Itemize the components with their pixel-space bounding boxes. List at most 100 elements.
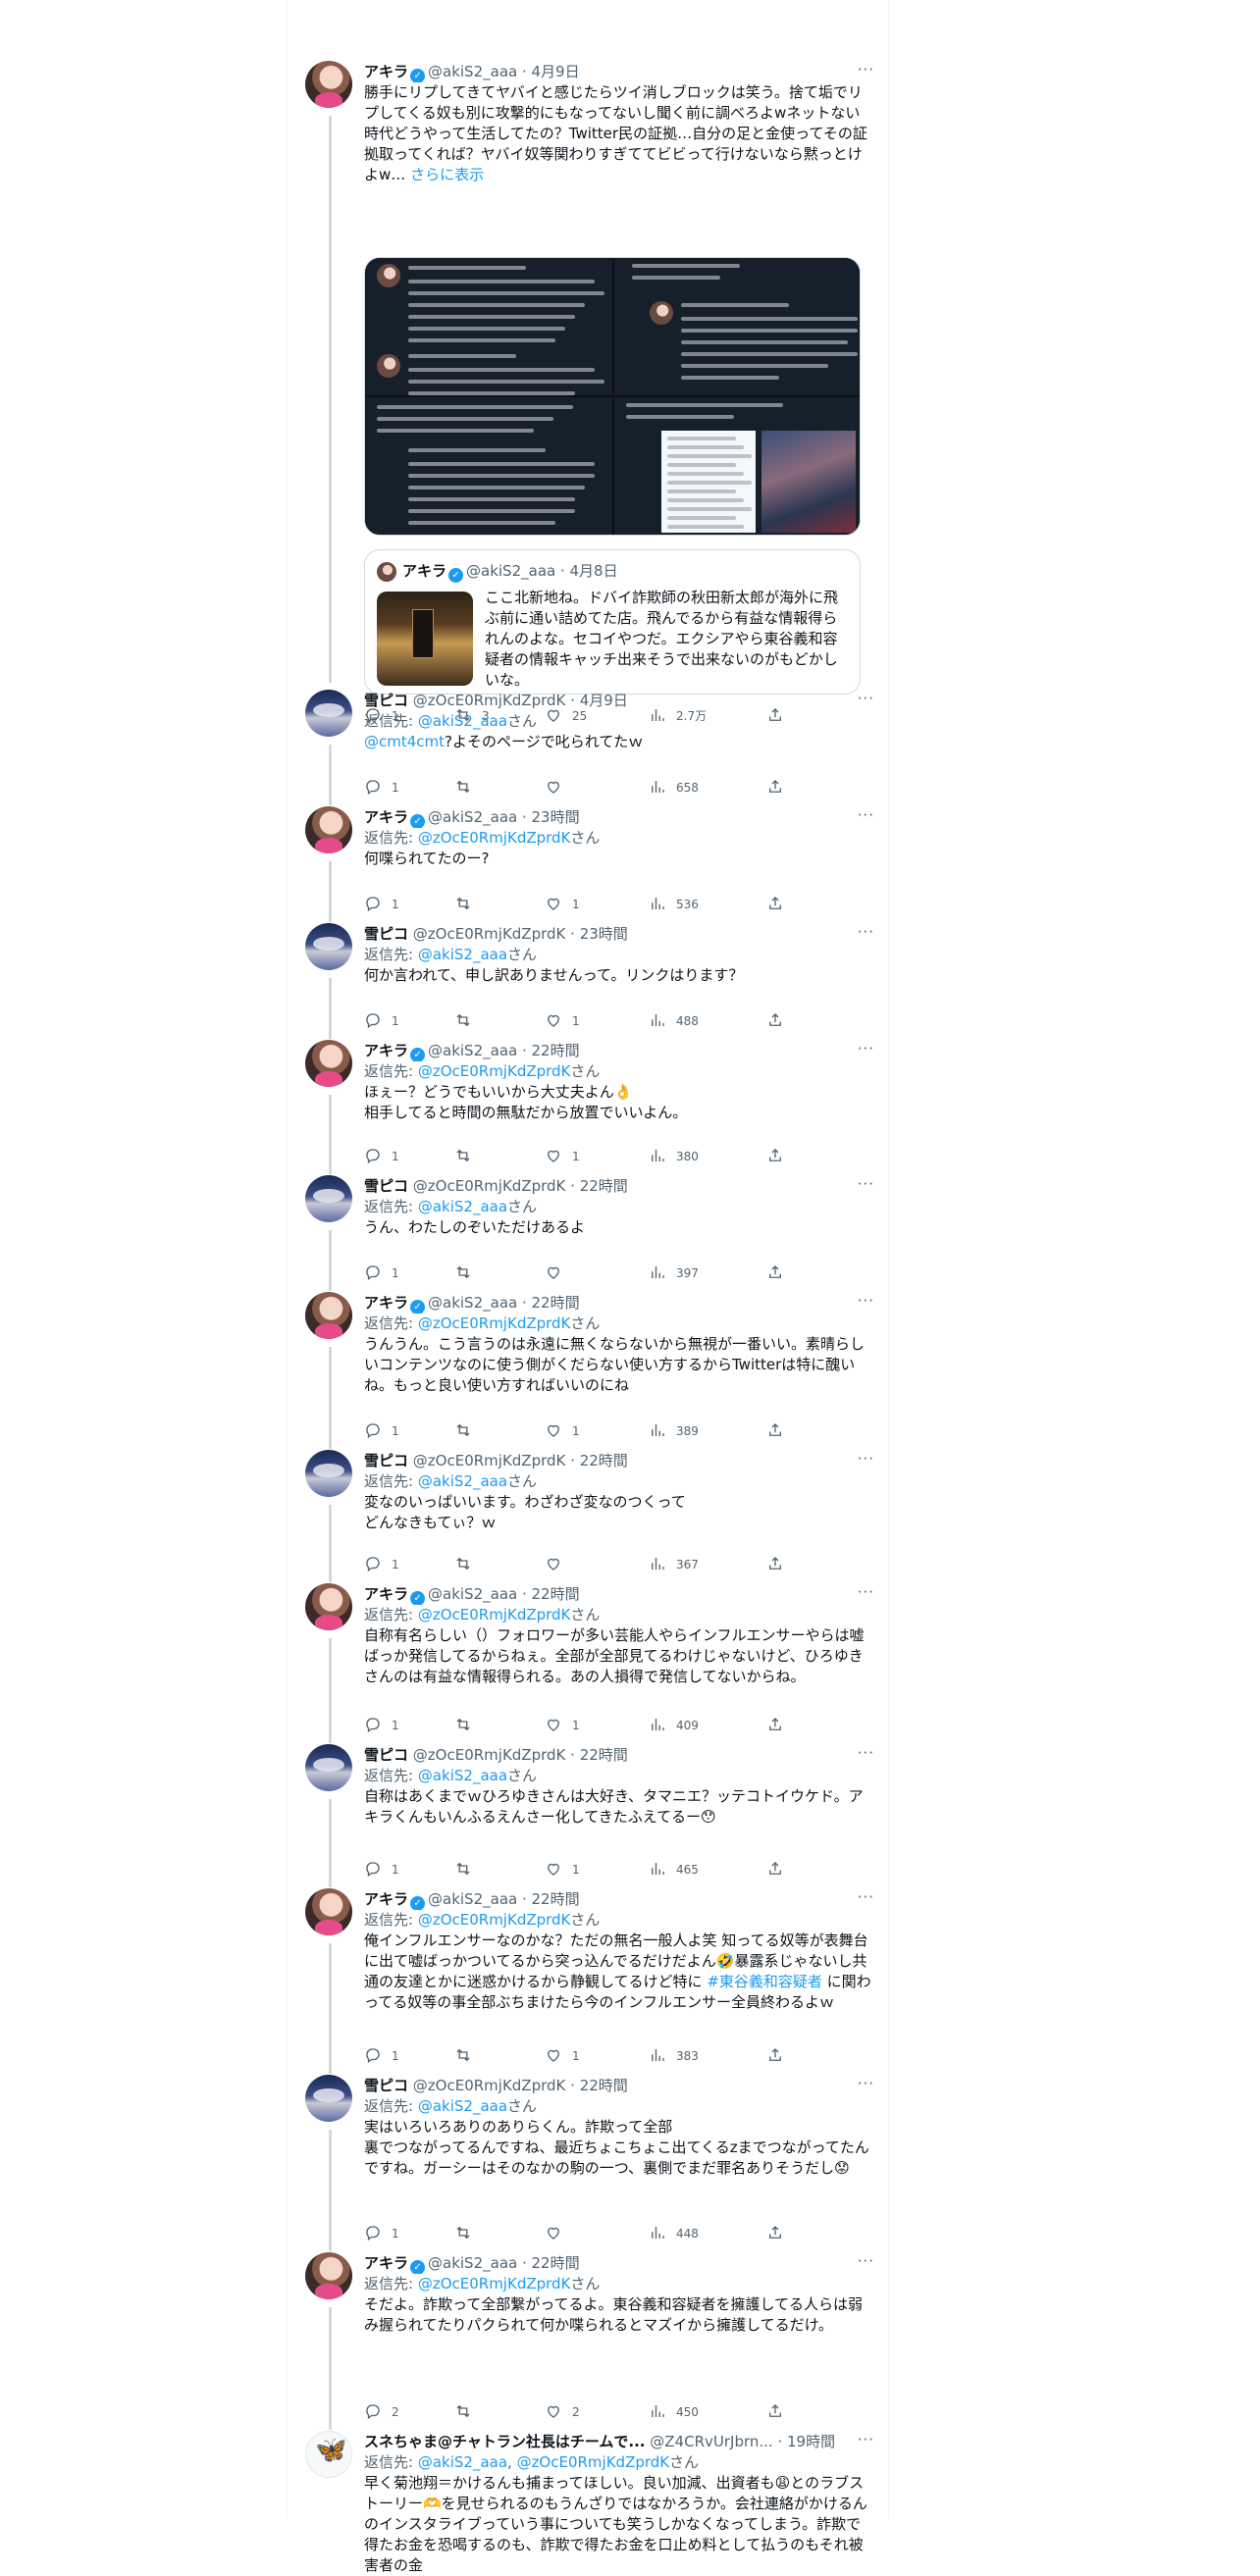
tweet-time[interactable]: 22時間 [580, 1177, 628, 1195]
avatar[interactable] [305, 1175, 352, 1222]
views-button[interactable]: 536 [649, 895, 699, 914]
tweet-time[interactable]: 23時間 [532, 808, 580, 826]
like-button[interactable]: 1 [545, 1716, 580, 1735]
reply-to-handle[interactable]: @akiS2_aaa [418, 2097, 507, 2115]
more-options-button[interactable]: ··· [858, 2075, 874, 2092]
retweet-button[interactable] [454, 1555, 482, 1574]
author-name[interactable]: 雪ピコ [364, 2077, 408, 2094]
reply-to-handle[interactable]: @zOcE0RmjKdZprdK [418, 2275, 571, 2293]
more-options-button[interactable]: ··· [858, 1583, 874, 1601]
reply-button[interactable]: 1 [364, 1011, 399, 1031]
reply-button[interactable]: 1 [364, 2224, 399, 2243]
more-options-button[interactable]: ··· [858, 923, 874, 941]
tweet-time[interactable]: 4月9日 [532, 63, 580, 80]
hashtag-link[interactable]: #東谷義和容疑者 [707, 1973, 822, 1990]
author-name[interactable]: アキラ [364, 1042, 408, 1059]
reply-button[interactable]: 1 [364, 1716, 399, 1735]
share-button[interactable] [766, 1011, 784, 1031]
share-button[interactable] [766, 1860, 784, 1880]
share-button[interactable] [766, 2402, 784, 2422]
reply-to-handle[interactable]: @akiS2_aaa [418, 1472, 507, 1490]
like-button[interactable] [545, 1263, 572, 1283]
avatar[interactable] [305, 806, 352, 853]
author-handle[interactable]: @zOcE0RmjKdZprdK [413, 925, 566, 943]
tweet-time[interactable]: 22時間 [580, 1746, 628, 1764]
author-name[interactable]: 雪ピコ [364, 1746, 408, 1764]
like-button[interactable]: 1 [545, 895, 580, 914]
mention-link[interactable]: @cmt4cmt [364, 733, 445, 750]
views-button[interactable]: 367 [649, 1555, 699, 1574]
author-handle[interactable]: @Z4CRvUrJbrn... [650, 2433, 772, 2450]
author-name[interactable]: アキラ [364, 2254, 408, 2272]
author-handle[interactable]: @akiS2_aaa [428, 1585, 517, 1603]
like-button[interactable] [545, 1555, 572, 1574]
author-name[interactable]: アキラ [364, 1585, 408, 1603]
avatar[interactable] [305, 690, 352, 737]
tweet-time[interactable]: 19時間 [787, 2433, 835, 2450]
more-options-button[interactable]: ··· [858, 2252, 874, 2270]
author-name[interactable]: 雪ピコ [364, 1177, 408, 1195]
retweet-button[interactable] [454, 1147, 482, 1166]
views-button[interactable]: 488 [649, 1011, 699, 1031]
author-handle[interactable]: @akiS2_aaa [428, 2254, 517, 2272]
author-name[interactable]: アキラ [364, 63, 408, 80]
more-options-button[interactable]: ··· [858, 61, 874, 78]
avatar[interactable] [305, 2075, 352, 2122]
author-name[interactable]: 雪ピコ [364, 692, 408, 709]
reply-to-handle[interactable]: @zOcE0RmjKdZprdK [418, 1911, 571, 1929]
reply-to-handle[interactable]: @zOcE0RmjKdZprdK [418, 829, 571, 847]
tweet-time[interactable]: 22時間 [580, 2077, 628, 2094]
like-button[interactable]: 1 [545, 1860, 580, 1880]
retweet-button[interactable] [454, 1860, 482, 1880]
author-handle[interactable]: @akiS2_aaa [428, 808, 517, 826]
reply-to-handle[interactable]: @zOcE0RmjKdZprdK [418, 1062, 571, 1080]
more-options-button[interactable]: ··· [858, 2431, 874, 2448]
more-options-button[interactable]: ··· [858, 1175, 874, 1193]
avatar[interactable] [305, 61, 352, 108]
author-handle[interactable]: @zOcE0RmjKdZprdK [413, 1746, 566, 1764]
views-button[interactable]: 448 [649, 2224, 699, 2243]
share-button[interactable] [766, 2046, 784, 2066]
views-button[interactable]: 450 [649, 2402, 699, 2422]
avatar[interactable] [305, 1292, 352, 1339]
like-button[interactable]: 2 [545, 2402, 580, 2422]
author-handle[interactable]: @zOcE0RmjKdZprdK [413, 1452, 566, 1469]
more-options-button[interactable]: ··· [858, 690, 874, 707]
author-handle[interactable]: @akiS2_aaa [428, 1294, 517, 1312]
quoted-tweet[interactable]: アキラ ✓ @akiS2_aaa · 4月8日 ここ北新地ね。ドバイ詐欺師の秋田新太郎… [364, 549, 861, 695]
share-button[interactable] [766, 1147, 784, 1166]
views-button[interactable]: 397 [649, 1263, 699, 1283]
author-name[interactable]: アキラ [364, 1294, 408, 1312]
share-button[interactable] [766, 895, 784, 914]
tweet-time[interactable]: 23時間 [580, 925, 628, 943]
avatar[interactable] [305, 1744, 352, 1791]
avatar[interactable] [305, 1450, 352, 1497]
share-button[interactable] [766, 1716, 784, 1735]
reply-to-handle[interactable]: @akiS2_aaa [418, 2453, 507, 2471]
tweet-time[interactable]: 22時間 [532, 1890, 580, 1908]
reply-to-handle[interactable]: @zOcE0RmjKdZprdK [418, 1606, 571, 1623]
retweet-button[interactable] [454, 2224, 482, 2243]
reply-button[interactable]: 1 [364, 895, 399, 914]
avatar[interactable]: 🦋 [305, 2431, 352, 2478]
views-button[interactable]: 383 [649, 2046, 699, 2066]
tweet-time[interactable]: 22時間 [532, 2254, 580, 2272]
reply-button[interactable]: 1 [364, 2046, 399, 2066]
share-button[interactable] [766, 778, 784, 798]
views-button[interactable]: 380 [649, 1147, 699, 1166]
more-options-button[interactable]: ··· [858, 1450, 874, 1468]
avatar[interactable] [305, 2252, 352, 2299]
author-handle[interactable]: @akiS2_aaa [428, 1890, 517, 1908]
avatar[interactable] [305, 1040, 352, 1087]
tweet-time[interactable]: 22時間 [580, 1452, 628, 1469]
share-button[interactable] [766, 2224, 784, 2243]
reply-button[interactable]: 1 [364, 1147, 399, 1166]
more-options-button[interactable]: ··· [858, 806, 874, 824]
author-name[interactable]: 雪ピコ [364, 1452, 408, 1469]
views-button[interactable]: 658 [649, 778, 699, 798]
tweet-time[interactable]: 22時間 [532, 1294, 580, 1312]
tweet-time[interactable]: 22時間 [532, 1042, 580, 1059]
reply-to-handle[interactable]: @zOcE0RmjKdZprdK [517, 2453, 670, 2471]
retweet-button[interactable] [454, 895, 482, 914]
like-button[interactable]: 1 [545, 2046, 580, 2066]
